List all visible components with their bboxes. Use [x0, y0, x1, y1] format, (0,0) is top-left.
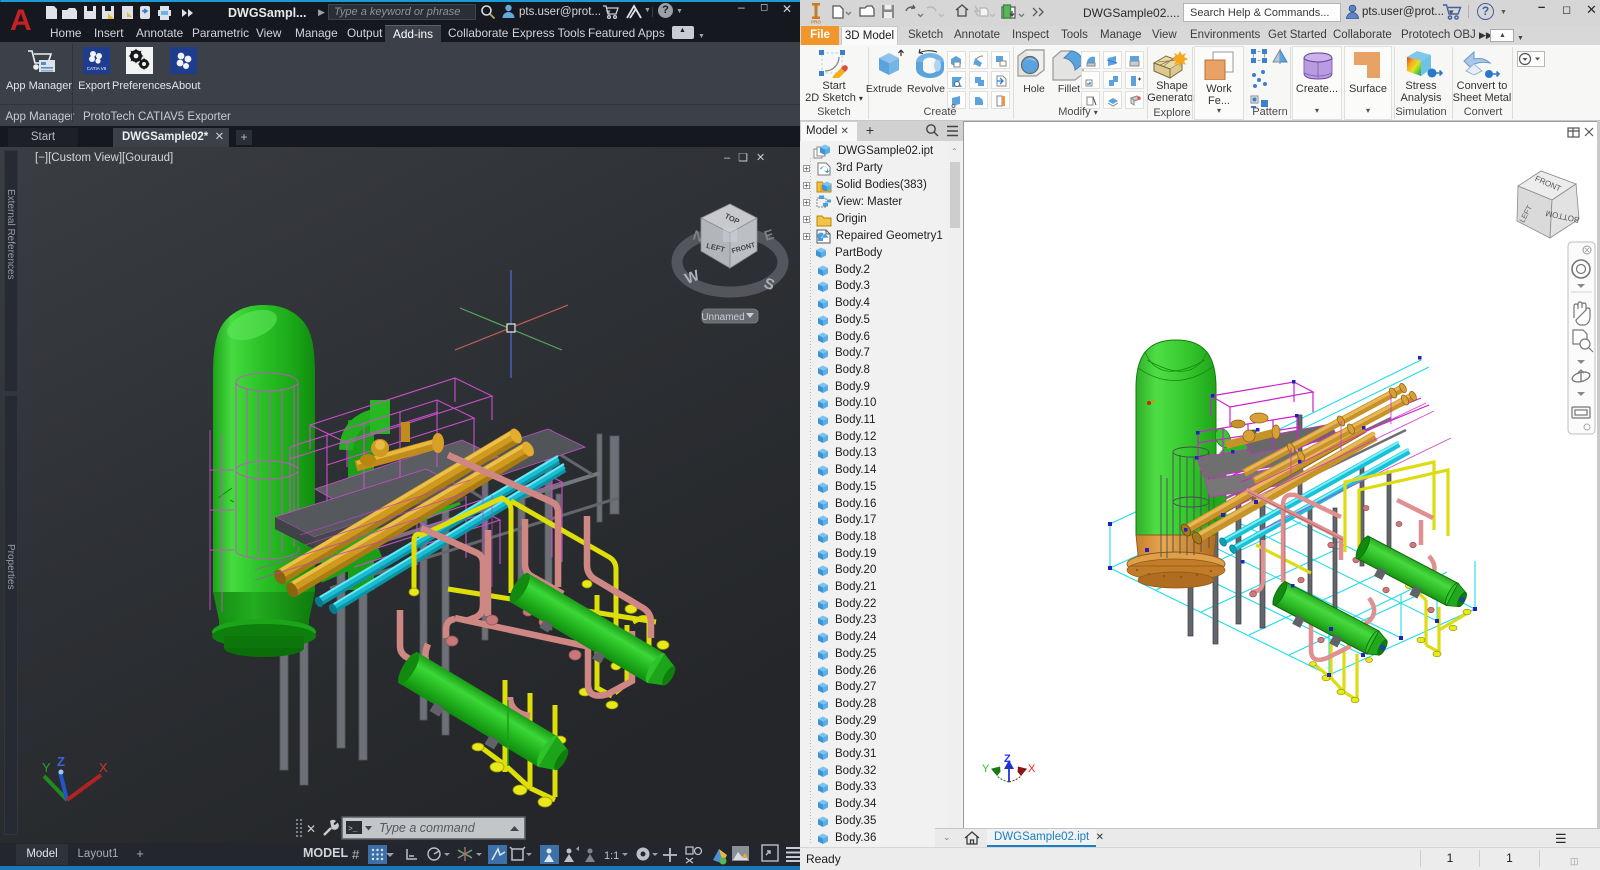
- svg-text:Unnamed: Unnamed: [701, 312, 744, 323]
- svg-text:✕: ✕: [306, 822, 316, 836]
- svg-text:1:1: 1:1: [604, 850, 619, 862]
- svg-text:>_: >_: [348, 825, 358, 834]
- svg-text:Z: Z: [1004, 753, 1011, 765]
- svg-text:CATIA V5: CATIA V5: [87, 66, 107, 71]
- svg-text:X: X: [99, 760, 108, 775]
- svg-text:Y: Y: [982, 763, 990, 775]
- svg-text:X: X: [1028, 763, 1036, 775]
- svg-text:Z: Z: [57, 754, 65, 769]
- svg-text:PRO: PRO: [811, 20, 821, 25]
- svg-text:Y: Y: [42, 760, 51, 775]
- svg-text:#: #: [352, 847, 360, 862]
- svg-text:Type a command: Type a command: [379, 821, 476, 835]
